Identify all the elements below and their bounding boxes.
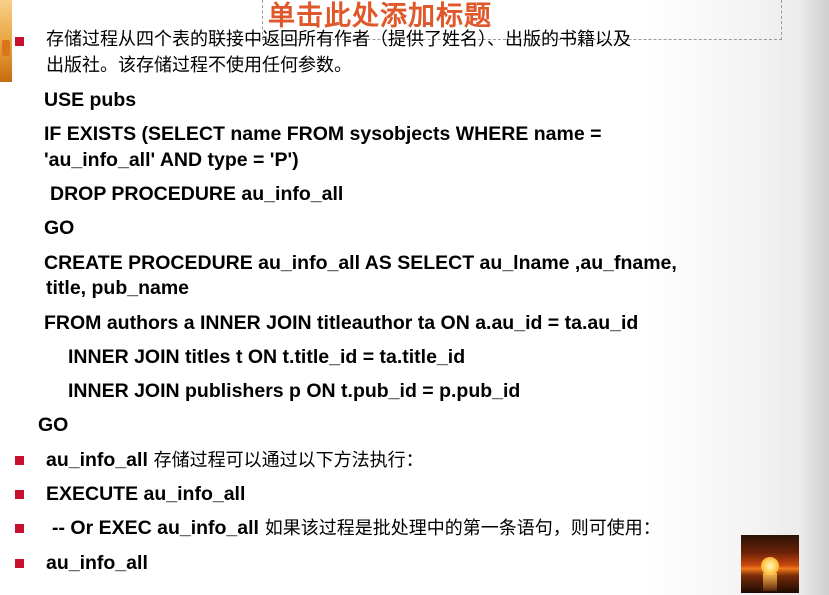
code-line-if-exists-cont: 'au_info_all' AND type = 'P') [44, 149, 299, 171]
bullet-or-exec: -- Or EXEC au_info_all 如果该过程是批处理中的第一条语句，… [52, 516, 661, 541]
left-accent-bar [0, 0, 12, 82]
bullet-plain-call: au_info_all [46, 552, 148, 574]
bullet-marker [15, 37, 24, 46]
bullet-execute: EXECUTE au_info_all [46, 483, 246, 505]
bullet-or-exec-text: 如果该过程是批处理中的第一条语句，则可使用： [258, 518, 661, 539]
code-line-create-cont: title, pub_name [46, 277, 190, 299]
slide: 单击此处添加标题 存储过程从四个表的联接中返回所有作者（提供了姓名）、出版的书籍… [0, 0, 829, 595]
sunset-image [741, 535, 799, 593]
sun-reflection [763, 573, 777, 591]
intro-line-2: 出版社。该存储过程不使用任何参数。 [46, 55, 352, 76]
code-line-create: CREATE PROCEDURE au_info_all AS SELECT a… [44, 252, 677, 274]
bullet-exec-methods-text: 存储过程可以通过以下方法执行： [147, 450, 424, 471]
bullet-marker [15, 456, 24, 465]
bullet-marker [15, 559, 24, 568]
code-line-use: USE pubs [44, 89, 137, 111]
bullet-exec-methods-code: au_info_all [46, 449, 148, 471]
code-line-if-exists: IF EXISTS (SELECT name FROM sysobjects W… [44, 123, 602, 145]
bullet-marker [15, 490, 24, 499]
code-line-join-titles: INNER JOIN titles t ON t.title_id = ta.t… [68, 346, 466, 368]
right-shade [799, 0, 829, 595]
code-line-join-publishers: INNER JOIN publishers p ON t.pub_id = p.… [68, 380, 521, 402]
code-line-from: FROM authors a INNER JOIN titleauthor ta… [44, 312, 639, 334]
code-line-go-2: GO [38, 414, 69, 436]
intro-line-1: 存储过程从四个表的联接中返回所有作者（提供了姓名）、出版的书籍以及 [46, 29, 631, 50]
code-line-go-1: GO [44, 217, 75, 239]
bullet-or-exec-code: -- Or EXEC au_info_all [52, 517, 259, 539]
bullet-marker [15, 524, 24, 533]
bullet-exec-methods: au_info_all 存储过程可以通过以下方法执行： [46, 448, 424, 473]
code-line-drop: DROP PROCEDURE au_info_all [50, 183, 344, 205]
